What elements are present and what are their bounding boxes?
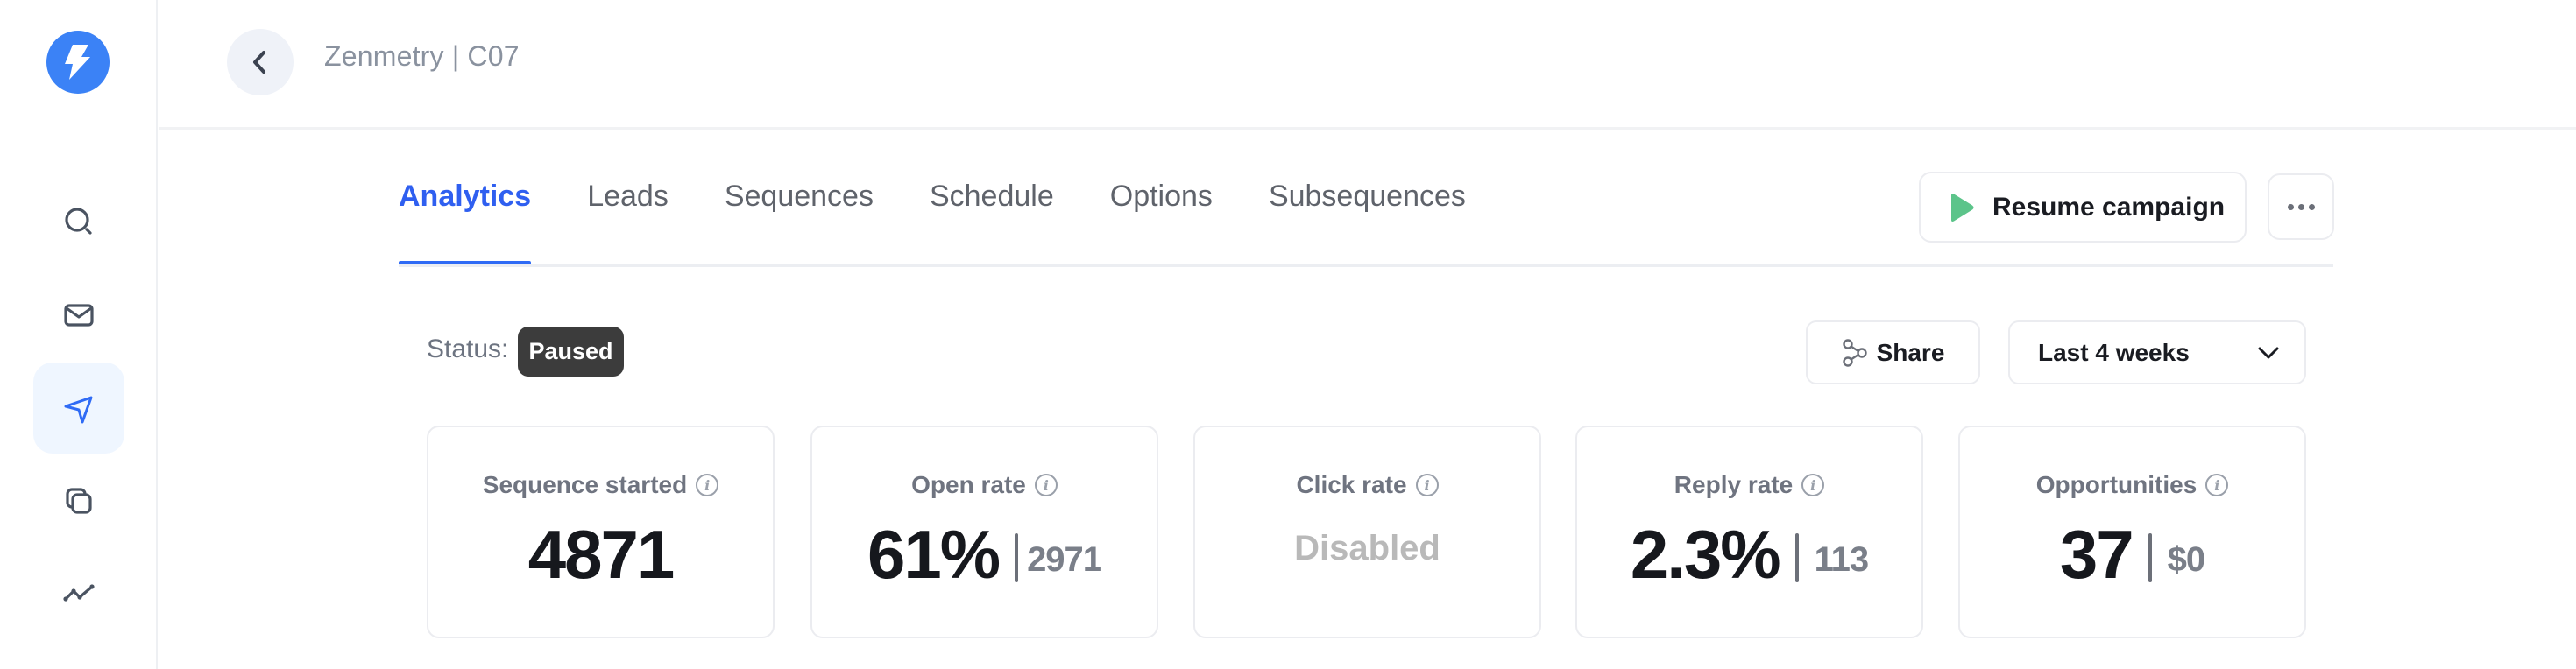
resume-campaign-label: Resume campaign xyxy=(1992,192,2226,222)
metric-label: Reply rate xyxy=(1674,471,1794,498)
sidebar-item-search[interactable] xyxy=(33,176,124,267)
metric-card-click-rate: Click rate i Disabled xyxy=(1193,426,1541,638)
metric-label: Click rate xyxy=(1296,471,1407,498)
metric-card-reply-rate: Reply rate i 2.3% 113 xyxy=(1575,426,1923,638)
metric-value: 37 xyxy=(2059,515,2134,593)
info-icon[interactable]: i xyxy=(2205,474,2229,496)
share-icon xyxy=(1842,338,1867,367)
metric-separator xyxy=(2148,533,2152,582)
metric-label: Sequence started xyxy=(482,471,688,498)
more-horizontal-icon-dot xyxy=(2297,203,2304,210)
metric-value-wrap: 37 $0 xyxy=(1960,515,2304,594)
metric-label-wrap: Sequence started i xyxy=(428,471,773,499)
campaign-tabs: Analytics Leads Sequences Schedule Optio… xyxy=(399,180,1522,267)
tabs-divider xyxy=(399,264,2333,267)
share-label: Share xyxy=(1876,338,1945,366)
share-button[interactable]: Share xyxy=(1806,320,1980,384)
tab-leads[interactable]: Leads xyxy=(587,180,669,267)
metric-value: 61% xyxy=(867,515,1001,593)
metric-value-disabled: Disabled xyxy=(1294,528,1440,567)
more-horizontal-icon xyxy=(2287,203,2294,210)
metric-secondary-value: 2971 xyxy=(1027,539,1102,579)
copy-icon xyxy=(66,488,92,514)
metric-value-wrap: 2.3% 113 xyxy=(1577,515,1921,594)
sidebar xyxy=(0,0,158,669)
trend-icon xyxy=(63,584,95,602)
send-icon xyxy=(64,396,93,424)
tab-options[interactable]: Options xyxy=(1110,180,1213,267)
metric-label-wrap: Click rate i xyxy=(1195,471,1539,499)
metric-value-wrap: 61% 2971 xyxy=(812,515,1157,594)
status-badge: Paused xyxy=(518,327,624,377)
metric-value-wrap: Disabled xyxy=(1195,515,1539,594)
sidebar-item-campaigns[interactable] xyxy=(33,363,124,454)
play-icon xyxy=(1951,193,1974,222)
metric-card-sequence-started: Sequence started i 4871 xyxy=(427,426,775,638)
sidebar-item-analytics[interactable] xyxy=(33,547,124,638)
tab-schedule[interactable]: Schedule xyxy=(930,180,1054,267)
metric-separator xyxy=(1794,533,1799,582)
chevron-down-icon xyxy=(2258,347,2279,358)
metric-secondary-value: $0 xyxy=(2167,539,2205,579)
app-logo[interactable] xyxy=(46,31,110,94)
tab-subsequences[interactable]: Subsequences xyxy=(1269,180,1466,267)
info-icon[interactable]: i xyxy=(1801,474,1825,496)
chevron-left-icon xyxy=(253,51,265,74)
info-icon[interactable]: i xyxy=(1415,474,1439,496)
mail-icon xyxy=(64,304,94,327)
sidebar-item-templates[interactable] xyxy=(33,455,124,546)
metric-label-wrap: Opportunities i xyxy=(1960,471,2304,499)
status-label: Status: xyxy=(427,334,509,363)
date-range-value: Last 4 weeks xyxy=(2038,338,2190,366)
metric-label: Open rate xyxy=(911,471,1026,498)
metric-label: Opportunities xyxy=(2035,471,2197,498)
tab-analytics[interactable]: Analytics xyxy=(399,180,532,267)
metric-label-wrap: Open rate i xyxy=(812,471,1157,499)
sidebar-item-inbox[interactable] xyxy=(33,270,124,361)
info-icon[interactable]: i xyxy=(1034,474,1058,496)
metric-value: 2.3% xyxy=(1630,515,1781,593)
back-button[interactable] xyxy=(227,29,294,95)
tab-sequences[interactable]: Sequences xyxy=(725,180,874,267)
more-horizontal-icon-dot xyxy=(2308,203,2315,210)
metric-secondary-value: 113 xyxy=(1814,539,1870,579)
lightning-bolt-icon xyxy=(65,45,90,80)
resume-campaign-button[interactable]: Resume campaign xyxy=(1919,172,2247,243)
date-range-select[interactable]: Last 4 weeks xyxy=(2008,320,2306,384)
metric-separator xyxy=(1015,533,1019,582)
page-title: Zenmetry | C07 xyxy=(324,40,520,72)
metric-card-open-rate: Open rate i 61% 2971 xyxy=(810,426,1158,638)
metric-value-wrap: 4871 xyxy=(428,515,773,594)
metric-card-opportunities: Opportunities i 37 $0 xyxy=(1958,426,2306,638)
more-options-button[interactable] xyxy=(2268,173,2334,240)
metric-value: 4871 xyxy=(527,515,676,593)
metric-label-wrap: Reply rate i xyxy=(1577,471,1921,499)
info-icon[interactable]: i xyxy=(696,474,719,496)
top-header xyxy=(159,0,2576,130)
search-icon xyxy=(65,208,92,235)
